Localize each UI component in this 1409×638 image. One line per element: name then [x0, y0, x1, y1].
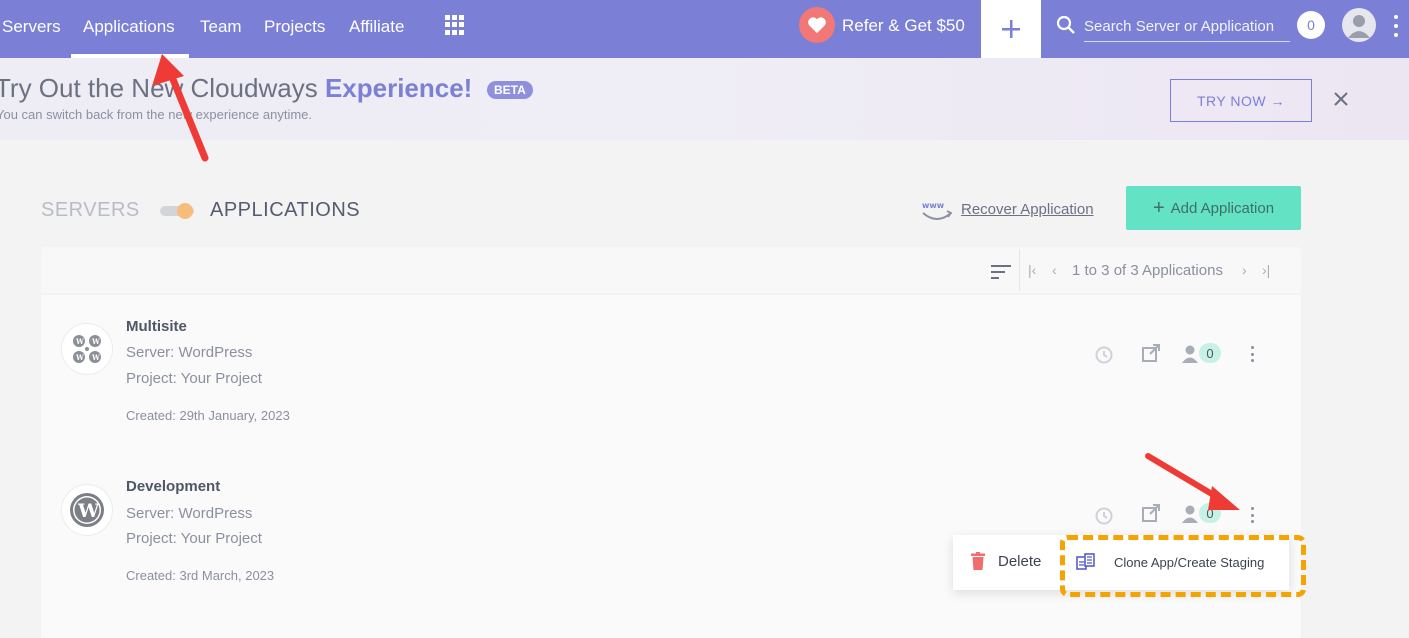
restore-icon[interactable] — [1094, 506, 1114, 526]
app-created-date: Created: 3rd March, 2023 — [126, 568, 275, 583]
external-link-icon[interactable] — [1141, 503, 1161, 523]
menu-item-clone-staging[interactable]: Clone App/Create Staging — [1076, 553, 1264, 571]
www-recover-icon: www — [922, 201, 953, 220]
refer-link[interactable]: Refer & Get $50 — [842, 16, 965, 36]
beta-badge: BETA — [487, 81, 533, 99]
svg-text:W: W — [75, 337, 84, 346]
nav-servers[interactable]: Servers — [2, 17, 61, 37]
app-created-date: Created: 29th January, 2023 — [126, 408, 290, 423]
external-link-icon[interactable] — [1141, 343, 1161, 363]
svg-text:W: W — [75, 353, 84, 362]
last-page-icon[interactable]: ›| — [1262, 262, 1270, 278]
pager-summary: 1 to 3 of 3 Applications — [1072, 262, 1223, 279]
add-plus-button[interactable] — [981, 0, 1041, 58]
nav-projects[interactable]: Projects — [264, 17, 325, 37]
add-application-button[interactable]: + Add Application — [1126, 186, 1301, 230]
prev-page-icon[interactable]: ‹ — [1052, 262, 1057, 278]
svg-text:www: www — [922, 201, 945, 210]
try-now-button[interactable]: TRY NOW → — [1170, 79, 1312, 122]
app-project: Project: Your Project — [126, 530, 262, 547]
search-icon — [1056, 15, 1075, 34]
more-options-icon[interactable] — [1249, 346, 1255, 362]
new-experience-banner: Try Out the New Cloudways Experience! BE… — [0, 58, 1409, 140]
first-page-icon[interactable]: |‹ — [1028, 262, 1036, 278]
menu-item-delete[interactable]: Delete — [970, 552, 1041, 570]
servers-toggle-label[interactable]: SERVERS — [41, 199, 140, 222]
more-options-icon[interactable] — [1249, 507, 1255, 523]
applications-toggle-label[interactable]: APPLICATIONS — [210, 199, 360, 222]
app-name[interactable]: Development — [126, 478, 220, 495]
nav-team[interactable]: Team — [200, 17, 242, 37]
recover-application-link[interactable]: Recover Application — [961, 201, 1094, 218]
top-navbar: Servers Applications Team Projects Affil… — [0, 0, 1409, 58]
wordpress-multisite-icon: WWWW — [61, 323, 113, 375]
pager-divider — [1019, 249, 1020, 291]
app-server: Server: WordPress — [126, 505, 253, 522]
plus-icon: + — [1152, 197, 1165, 219]
banner-title: Try Out the New Cloudways Experience! — [0, 73, 473, 103]
svg-text:W: W — [77, 500, 100, 522]
team-member-icon[interactable] — [1181, 504, 1199, 524]
search-input[interactable] — [1084, 12, 1290, 42]
nav-applications[interactable]: Applications — [83, 17, 175, 37]
team-member-icon[interactable] — [1181, 344, 1199, 364]
banner-subtitle: You can switch back from the new experie… — [0, 107, 313, 122]
notification-count-badge[interactable]: 0 — [1297, 11, 1325, 39]
wordpress-icon: W — [61, 484, 113, 536]
svg-text:W: W — [91, 353, 100, 362]
heart-icon[interactable] — [799, 7, 835, 43]
more-menu-icon[interactable] — [1391, 15, 1401, 37]
next-page-icon[interactable]: › — [1242, 262, 1247, 278]
restore-icon[interactable] — [1094, 345, 1114, 365]
plus-icon — [1002, 20, 1020, 38]
close-icon[interactable] — [1333, 91, 1349, 107]
sort-icon[interactable] — [991, 265, 1011, 279]
apps-grid-icon[interactable] — [445, 15, 465, 35]
app-server: Server: WordPress — [126, 344, 253, 361]
clone-icon — [1076, 553, 1095, 570]
app-name[interactable]: Multisite — [126, 318, 187, 335]
avatar[interactable] — [1342, 8, 1376, 42]
svg-text:W: W — [91, 337, 100, 346]
nav-affiliate[interactable]: Affiliate — [349, 17, 404, 37]
team-count-badge: 0 — [1199, 503, 1221, 523]
app-project: Project: Your Project — [126, 370, 262, 387]
team-count-badge: 0 — [1199, 343, 1221, 363]
servers-applications-toggle[interactable] — [160, 203, 194, 219]
trash-icon — [971, 552, 985, 570]
